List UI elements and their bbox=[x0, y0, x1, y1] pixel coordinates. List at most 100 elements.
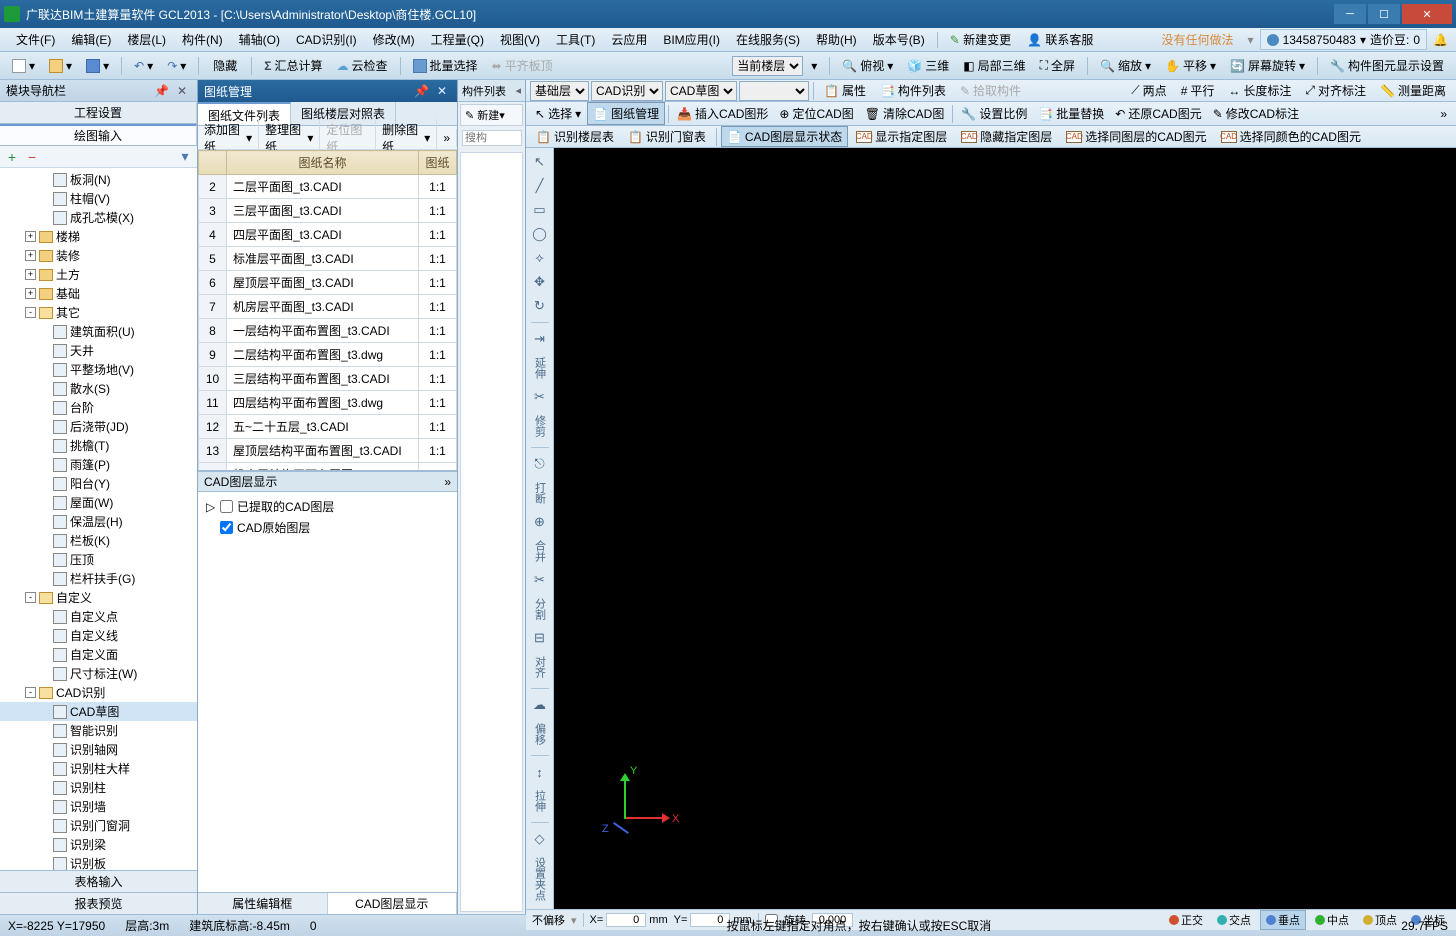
scroll-right-icon[interactable]: » bbox=[437, 129, 457, 147]
table-row[interactable]: 12五~二十五层_t3.CADI1:1 bbox=[199, 415, 457, 439]
menu-modify[interactable]: 修改(M) bbox=[365, 29, 423, 50]
tree-item[interactable]: 识别墙 bbox=[0, 797, 197, 816]
tree-item[interactable]: +装修 bbox=[0, 246, 197, 265]
y-value[interactable]: 0 bbox=[690, 913, 730, 927]
floor-select[interactable]: 当前楼层 bbox=[732, 56, 803, 76]
tool-move[interactable]: ✥ bbox=[530, 272, 550, 292]
table-row[interactable]: 8一层结构平面布置图_t3.CADI1:1 bbox=[199, 319, 457, 343]
menu-tool[interactable]: 工具(T) bbox=[548, 29, 603, 50]
tool-trim[interactable]: 修剪 bbox=[532, 411, 548, 441]
layer-extracted[interactable]: ▷ 已提取的CAD图层 bbox=[202, 496, 453, 517]
x-value[interactable]: 0 bbox=[606, 913, 646, 927]
tree-item[interactable]: -其它 bbox=[0, 303, 197, 322]
layer-select-1[interactable]: 基础层 bbox=[530, 81, 589, 101]
tree-item[interactable]: 雨篷(P) bbox=[0, 455, 197, 474]
menu-version[interactable]: 版本号(B) bbox=[865, 29, 933, 50]
expander-icon[interactable]: + bbox=[25, 288, 36, 299]
tree-item[interactable]: CAD草图 bbox=[0, 702, 197, 721]
insert-cad-button[interactable]: 📥 插入CAD图形 bbox=[672, 103, 773, 124]
table-row[interactable]: 10三层结构平面布置图_t3.CADI1:1 bbox=[199, 367, 457, 391]
layer-state-button[interactable]: 📄 CAD图层显示状态 bbox=[721, 126, 848, 147]
maximize-button[interactable]: ☐ bbox=[1368, 4, 1400, 24]
tool-merge[interactable]: 合并 bbox=[532, 536, 548, 566]
table-row[interactable]: 5标准层平面图_t3.CADI1:1 bbox=[199, 247, 457, 271]
tree-item[interactable]: 保温层(H) bbox=[0, 512, 197, 531]
tree-item[interactable]: 天井 bbox=[0, 341, 197, 360]
close-button[interactable]: ✕ bbox=[1402, 4, 1452, 24]
attribute-button[interactable]: 📋 属性 bbox=[818, 80, 872, 101]
batch-select-button[interactable]: 批量选择 bbox=[407, 55, 484, 76]
tool-trim-icon[interactable]: ✂ bbox=[530, 387, 550, 407]
tab-table-input[interactable]: 表格输入 bbox=[0, 870, 197, 892]
measure-button[interactable]: 📏 测量距离 bbox=[1374, 80, 1452, 101]
layer-extracted-checkbox[interactable] bbox=[220, 500, 233, 513]
tree-item[interactable]: 自定义点 bbox=[0, 607, 197, 626]
layer-select-2[interactable]: CAD识别 bbox=[591, 81, 663, 101]
menu-online[interactable]: 在线服务(S) bbox=[728, 29, 808, 50]
tree-item[interactable]: -CAD识别 bbox=[0, 683, 197, 702]
tree-item[interactable]: 栏杆扶手(G) bbox=[0, 569, 197, 588]
summary-button[interactable]: Σ 汇总计算 bbox=[258, 55, 328, 76]
tool-break[interactable]: 打断 bbox=[532, 478, 548, 508]
new-component-button[interactable]: ✎ 新建▾ bbox=[460, 104, 523, 126]
tree-item[interactable]: 平整场地(V) bbox=[0, 360, 197, 379]
door-table-button[interactable]: 📋 识别门窗表 bbox=[622, 126, 712, 147]
align-dim-button[interactable]: ⤢ 对齐标注 bbox=[1299, 80, 1372, 101]
expand-icon[interactable]: ▾ bbox=[177, 149, 193, 165]
tree-item[interactable]: 屋面(W) bbox=[0, 493, 197, 512]
table-row[interactable]: 7机房层平面图_t3.CADI1:1 bbox=[199, 295, 457, 319]
tree-item[interactable]: 成孔芯模(X) bbox=[0, 208, 197, 227]
tool-align[interactable]: 对齐 bbox=[532, 652, 548, 682]
tree-item[interactable]: 自定义面 bbox=[0, 645, 197, 664]
cloud-check-button[interactable]: ☁ 云检查 bbox=[331, 55, 394, 76]
menu-cad[interactable]: CAD识别(I) bbox=[288, 29, 365, 50]
layer-select-4[interactable] bbox=[739, 81, 809, 101]
local-3d-button[interactable]: ◧ 局部三维 bbox=[957, 55, 1031, 76]
pick-component-button[interactable]: ✎ 拾取构件 bbox=[954, 80, 1027, 101]
batch-replace-button[interactable]: 📑 批量替换 bbox=[1033, 103, 1109, 124]
tool-stretch-icon[interactable]: ↕ bbox=[530, 762, 550, 782]
table-row[interactable]: 14机房层结构平面布置图_t3.CADI1:1 bbox=[199, 463, 457, 471]
dropdown-icon[interactable]: ▾ bbox=[805, 57, 823, 75]
show-layer-button[interactable]: CAD 显示指定图层 bbox=[850, 126, 953, 147]
tree-item[interactable]: 识别轴网 bbox=[0, 740, 197, 759]
table-row[interactable]: 11四层结构平面布置图_t3.dwg1:1 bbox=[199, 391, 457, 415]
close-icon[interactable]: ✕ bbox=[173, 84, 191, 98]
tool-rotate[interactable]: ↻ bbox=[530, 296, 550, 316]
table-row[interactable]: 9二层结构平面布置图_t3.dwg1:1 bbox=[199, 343, 457, 367]
expander-icon[interactable]: - bbox=[25, 592, 36, 603]
tool-rect[interactable]: ▭ bbox=[530, 200, 550, 220]
tree-item[interactable]: 阳台(Y) bbox=[0, 474, 197, 493]
menu-edit[interactable]: 编辑(E) bbox=[63, 29, 119, 50]
intersect-snap[interactable]: 交点 bbox=[1212, 911, 1256, 929]
tree-item[interactable]: 识别柱大样 bbox=[0, 759, 197, 778]
menu-floor[interactable]: 楼层(L) bbox=[119, 29, 174, 50]
tool-split-icon[interactable]: ✂ bbox=[530, 570, 550, 590]
minimize-button[interactable]: ─ bbox=[1334, 4, 1366, 24]
parallel-button[interactable]: # 平行 bbox=[1175, 80, 1221, 101]
tool-offset-icon[interactable]: ☁ bbox=[530, 695, 550, 715]
tool-split[interactable]: 分割 bbox=[532, 594, 548, 624]
layer-original-checkbox[interactable] bbox=[220, 521, 233, 534]
vertex-snap[interactable]: 顶点 bbox=[1358, 911, 1402, 929]
perp-snap[interactable]: 垂点 bbox=[1260, 910, 1306, 930]
menu-new-change[interactable]: ✎ 新建变更 bbox=[942, 29, 1019, 50]
component-search-input[interactable] bbox=[462, 130, 522, 146]
tree-item[interactable]: +楼梯 bbox=[0, 227, 197, 246]
tree-item[interactable]: -自定义 bbox=[0, 588, 197, 607]
screen-rotate-button[interactable]: 🔄 屏幕旋转 ▾ bbox=[1224, 55, 1311, 76]
component-list-button[interactable]: 📑 构件列表 bbox=[874, 80, 952, 101]
menu-contact[interactable]: 👤 联系客服 bbox=[1019, 29, 1101, 50]
undo-button[interactable]: ↶▾ bbox=[128, 57, 159, 75]
mid-snap[interactable]: 中点 bbox=[1310, 911, 1354, 929]
menu-bim[interactable]: BIM应用(I) bbox=[655, 29, 728, 50]
tab-project-setting[interactable]: 工程设置 bbox=[0, 102, 197, 123]
menu-cloud[interactable]: 云应用 bbox=[603, 29, 655, 50]
menu-help[interactable]: 帮助(H) bbox=[808, 29, 865, 50]
tool-circle[interactable]: ◯ bbox=[530, 224, 550, 244]
add-button[interactable]: + bbox=[4, 149, 20, 165]
open-file-button[interactable]: ▾ bbox=[43, 57, 78, 75]
tree-item[interactable]: 尺寸标注(W) bbox=[0, 664, 197, 683]
tool-snap[interactable]: 设置夹点 bbox=[532, 853, 548, 905]
table-row[interactable]: 13屋顶层结构平面布置图_t3.CADI1:1 bbox=[199, 439, 457, 463]
